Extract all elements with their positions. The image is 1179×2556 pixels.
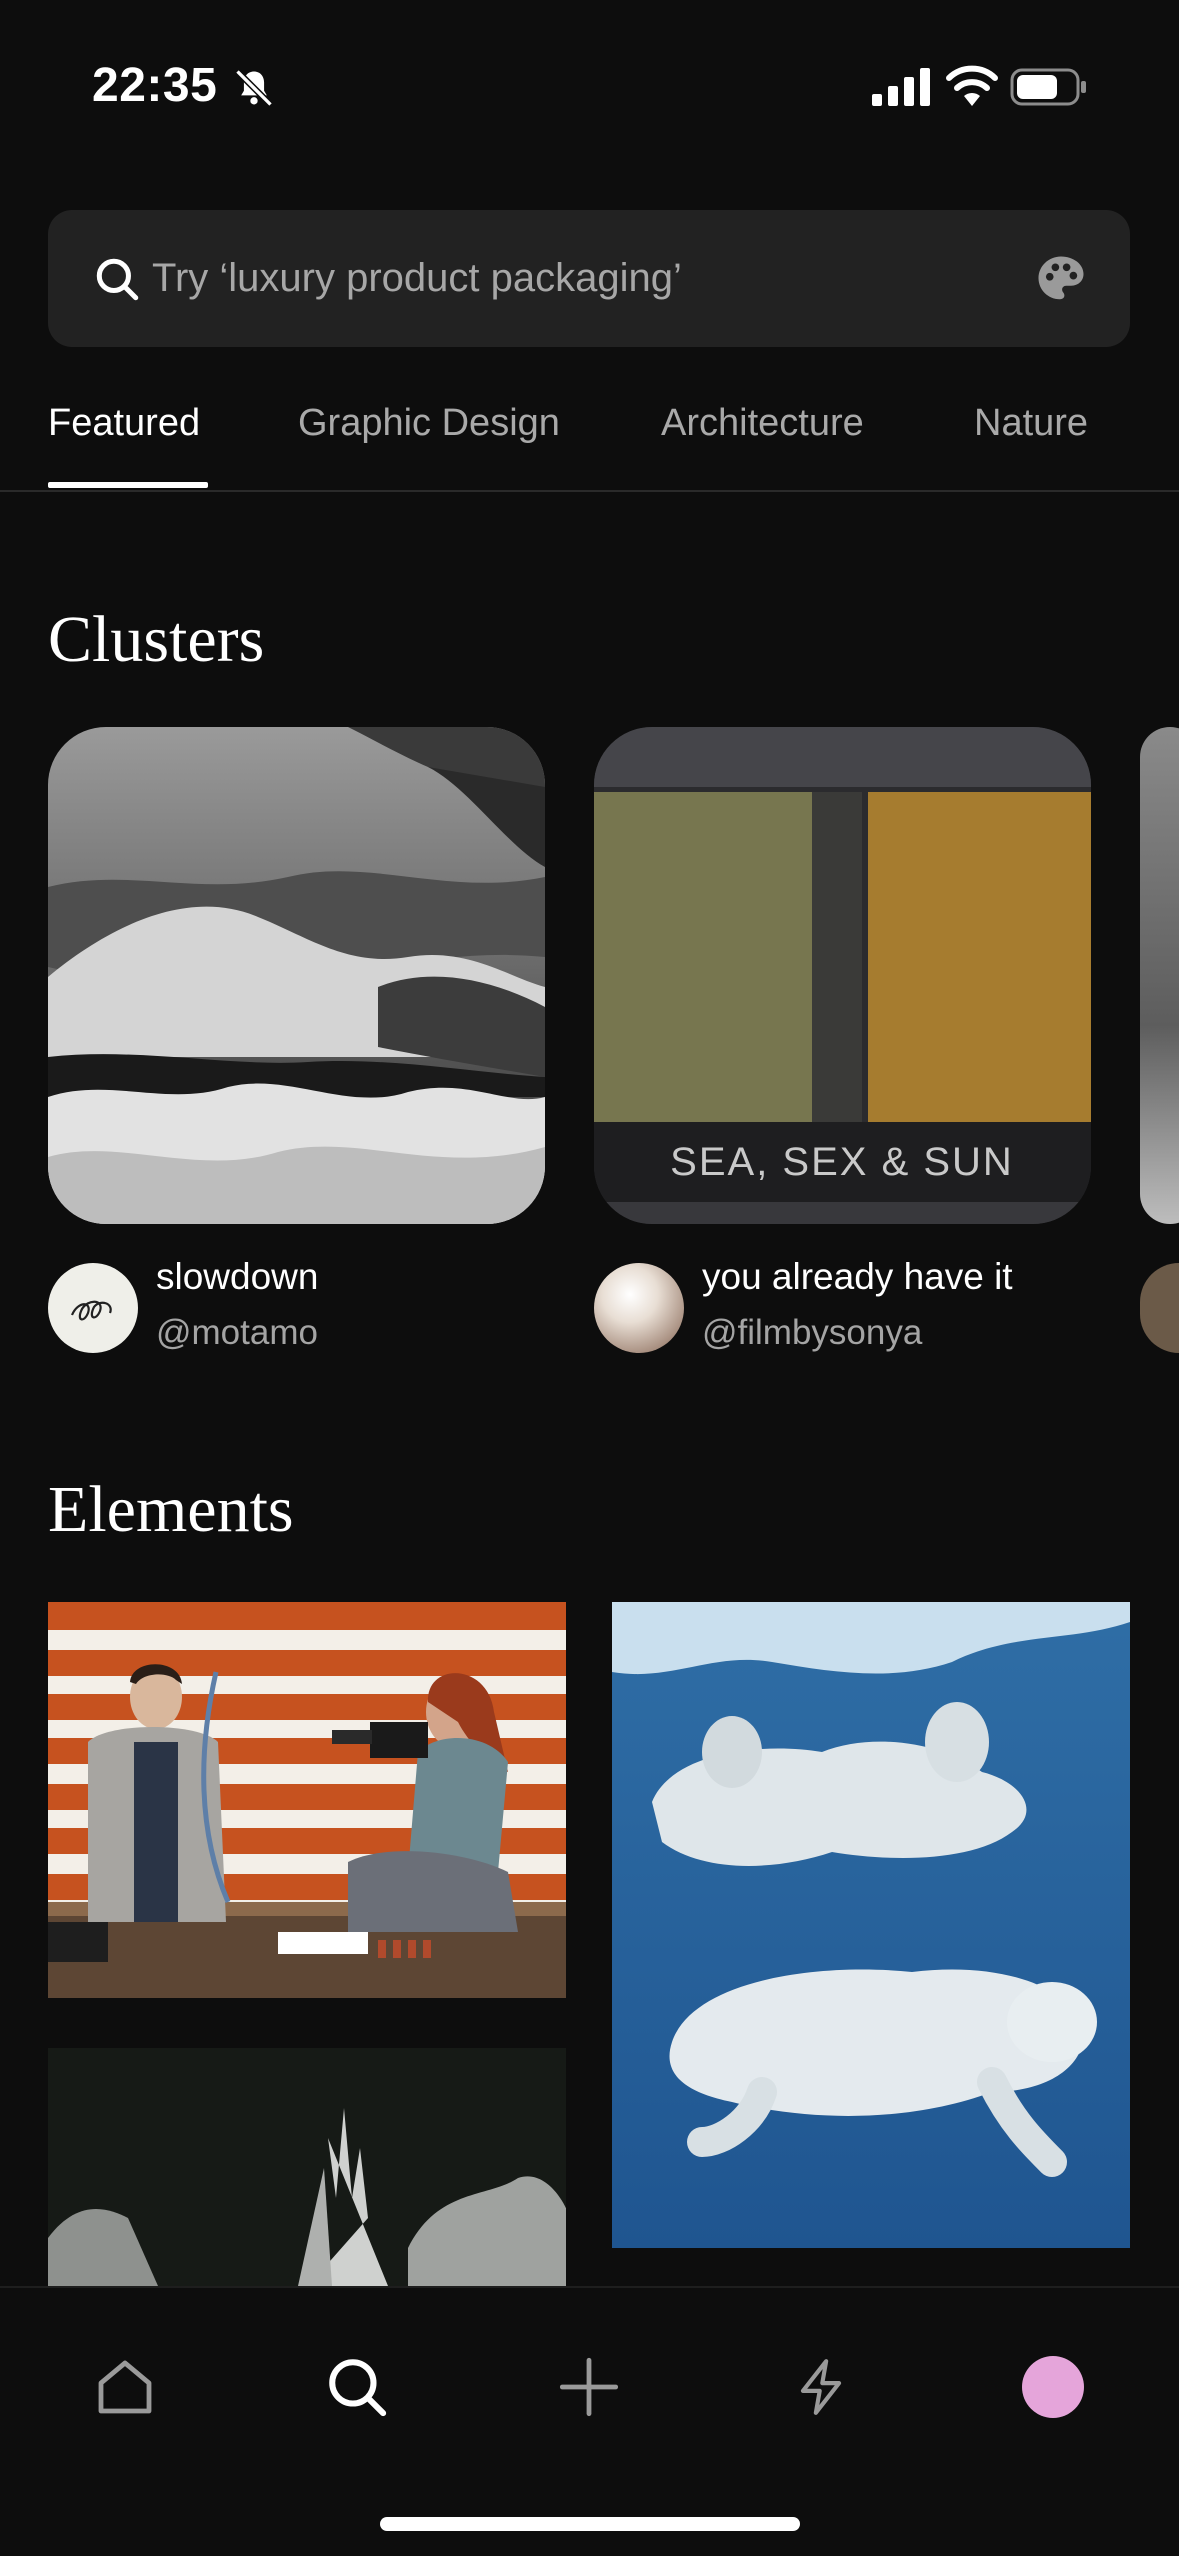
home-icon (98, 2360, 152, 2414)
profile-avatar (1022, 2356, 1084, 2418)
cellular-signal-icon (872, 68, 930, 106)
palette-icon[interactable] (1034, 252, 1088, 306)
wifi-icon (946, 65, 998, 106)
element-image-polar-bears[interactable] (612, 1602, 1130, 2248)
avatar-filmbysonya[interactable] (594, 1263, 684, 1353)
nav-search[interactable] (314, 2344, 400, 2430)
search-icon (329, 2359, 387, 2417)
film-still-photo (48, 1602, 566, 1998)
tab-graphic-design[interactable]: Graphic Design (298, 402, 560, 445)
film-frame-photo: SEA, SEX & SUN (594, 727, 1091, 1224)
search-bar[interactable] (48, 210, 1130, 347)
clusters-heading: Clusters (48, 603, 265, 676)
cluster-title[interactable]: you already have it (702, 1256, 1013, 1298)
nav-home[interactable] (82, 2344, 168, 2430)
element-image-film-still[interactable] (48, 1602, 566, 1998)
category-tabs: Featured Graphic Design Architecture Nat… (0, 372, 1179, 492)
tab-featured[interactable]: Featured (48, 402, 200, 445)
nav-add[interactable] (546, 2344, 632, 2430)
element-image-dark-landscape[interactable] (48, 2048, 566, 2286)
cluster-image-partial[interactable] (1140, 727, 1179, 1224)
cluster-handle[interactable]: @motamo (156, 1313, 318, 1353)
plus-icon (559, 2357, 619, 2417)
tab-nature[interactable]: Nature (974, 402, 1088, 445)
cluster-title[interactable]: slowdown (156, 1256, 318, 1298)
waves-photo (48, 727, 545, 1224)
cluster-handle[interactable]: @filmbysonya (702, 1313, 922, 1353)
nav-activity[interactable] (778, 2344, 864, 2430)
lightning-icon (800, 2359, 842, 2415)
cluster-image-slowdown[interactable] (48, 727, 545, 1224)
signature-logo-icon (70, 1300, 112, 1321)
active-tab-indicator (48, 482, 208, 488)
search-input[interactable] (152, 210, 1032, 347)
nav-profile[interactable] (1010, 2344, 1096, 2430)
landscape-photo (48, 2048, 566, 2286)
bottom-navigation (0, 2286, 1179, 2556)
polar-bears-photo (612, 1602, 1130, 2248)
status-bar: 22:35 (0, 0, 1179, 160)
cluster-image-you-already-have-it[interactable]: SEA, SEX & SUN (594, 727, 1091, 1224)
tab-architecture[interactable]: Architecture (661, 402, 864, 445)
film-caption: SEA, SEX & SUN (670, 1140, 1014, 1184)
elements-heading: Elements (48, 1473, 294, 1546)
search-icon (96, 258, 139, 301)
avatar-motamo[interactable] (48, 1263, 138, 1353)
avatar-partial[interactable] (1140, 1263, 1179, 1353)
bell-muted-icon (235, 69, 273, 107)
battery-icon (1010, 68, 1086, 106)
status-time: 22:35 (92, 59, 218, 112)
home-indicator (380, 2517, 800, 2531)
